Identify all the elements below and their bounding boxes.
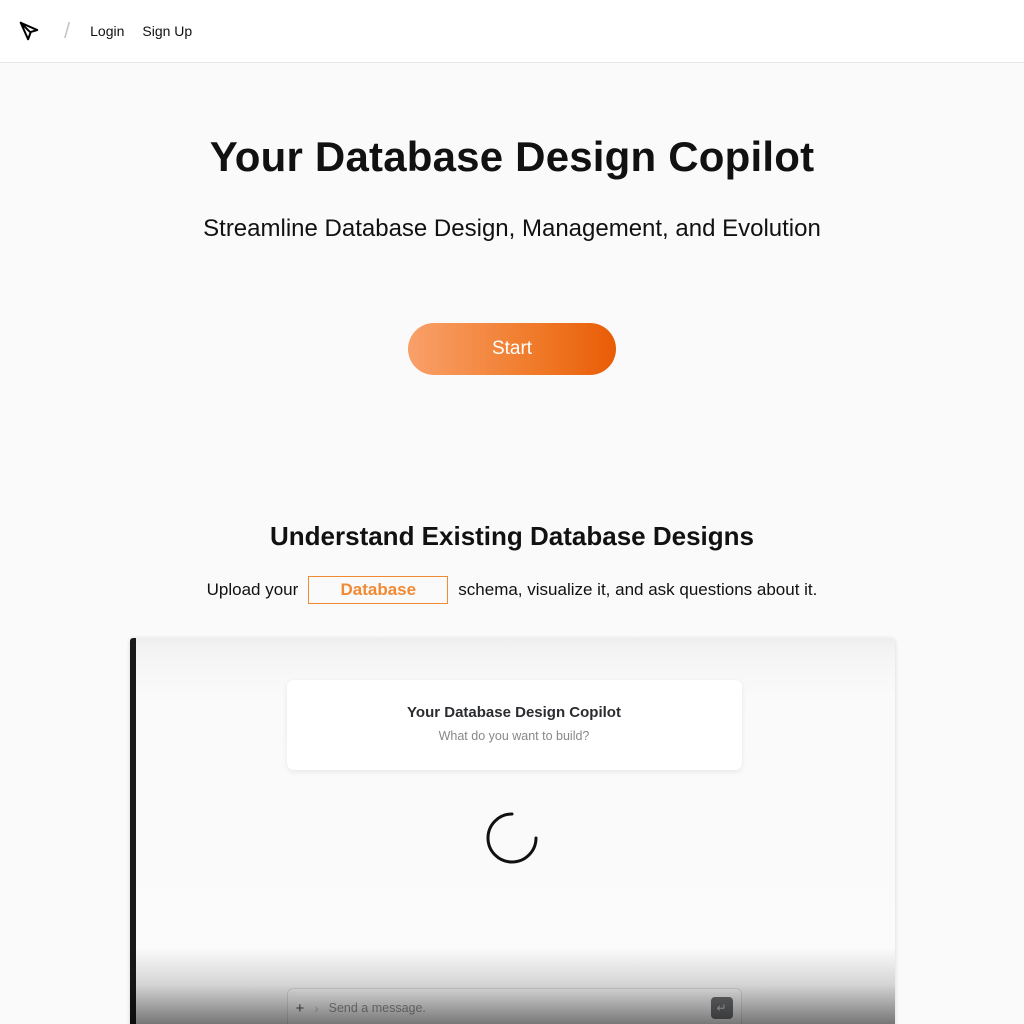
database-chip: Database bbox=[308, 576, 448, 604]
page-body: Your Database Design Copilot Streamline … bbox=[0, 63, 1024, 1024]
video-card-title: Your Database Design Copilot bbox=[287, 704, 742, 721]
start-button[interactable]: Start bbox=[408, 323, 616, 375]
signup-link[interactable]: Sign Up bbox=[142, 23, 192, 39]
section-sub-post: schema, visualize it, and ask questions … bbox=[458, 580, 817, 600]
breadcrumb-slash-icon: / bbox=[64, 18, 70, 44]
hero-title: Your Database Design Copilot bbox=[0, 133, 1024, 181]
video-controls-overlay: 0:00 bbox=[130, 948, 895, 1024]
login-link[interactable]: Login bbox=[90, 23, 124, 39]
loading-spinner-icon bbox=[482, 808, 542, 868]
brand-logo-icon[interactable] bbox=[18, 20, 40, 42]
section-sub-pre: Upload your bbox=[207, 580, 299, 600]
hero-subtitle: Streamline Database Design, Management, … bbox=[0, 215, 1024, 243]
demo-video[interactable]: Your Database Design Copilot What do you… bbox=[130, 638, 895, 1024]
section-title: Understand Existing Database Designs bbox=[0, 521, 1024, 552]
section-subtitle: Upload your Database schema, visualize i… bbox=[0, 576, 1024, 604]
topbar: / Login Sign Up bbox=[0, 0, 1024, 63]
video-copilot-card: Your Database Design Copilot What do you… bbox=[287, 680, 742, 770]
video-card-sub: What do you want to build? bbox=[287, 729, 742, 743]
